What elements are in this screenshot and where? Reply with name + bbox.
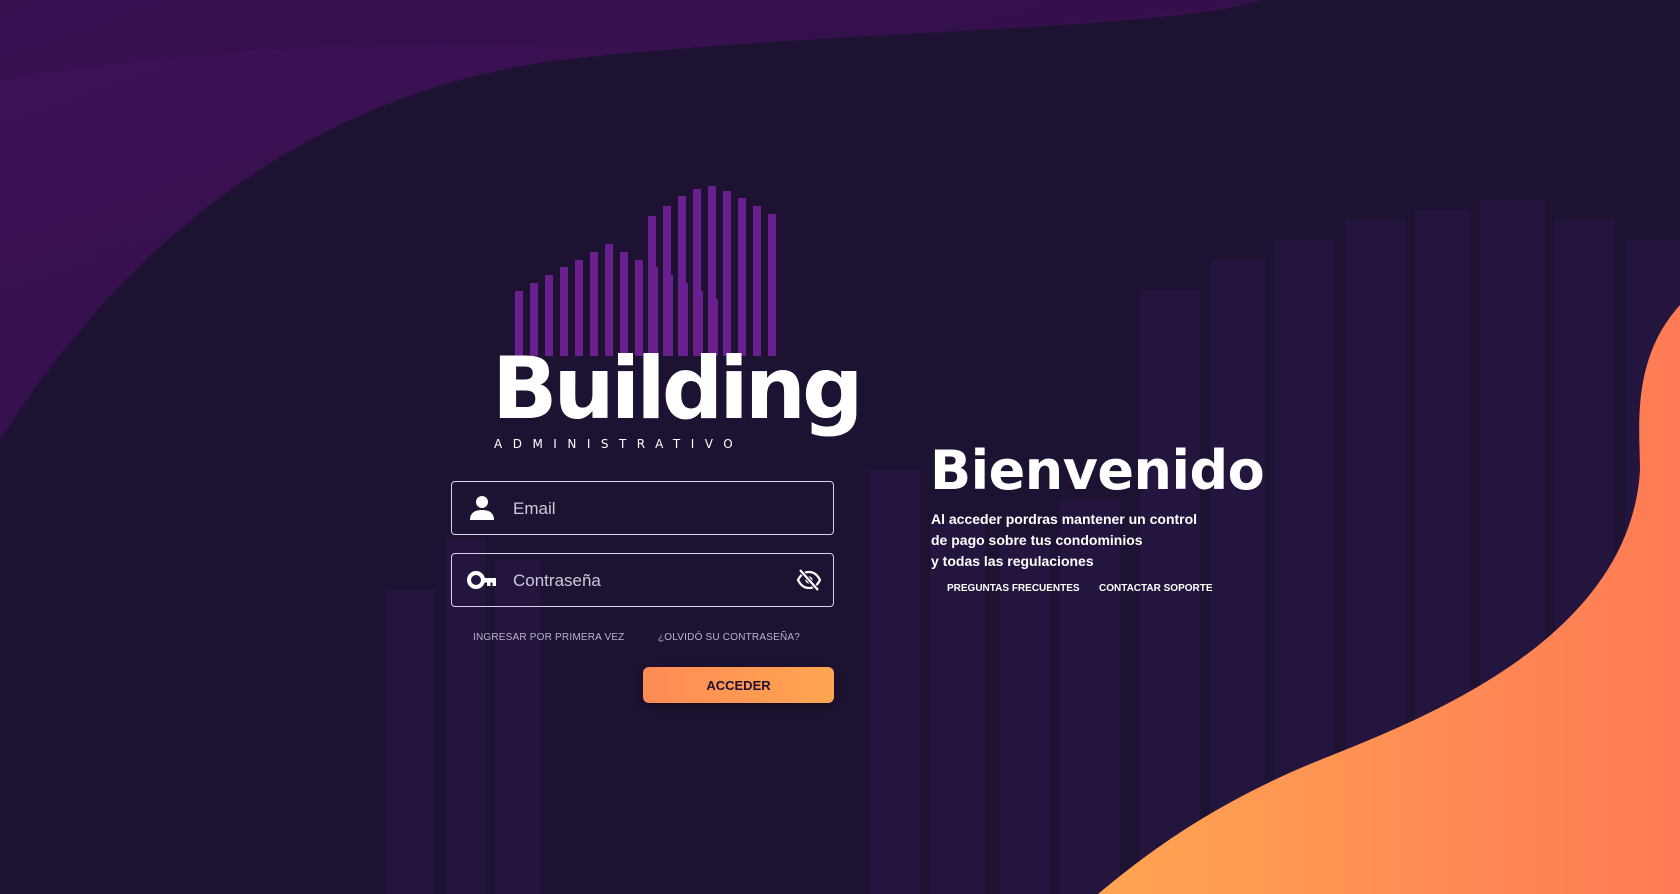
building-logo: Building ADMINISTRATIVO [488, 186, 864, 456]
user-icon [470, 496, 494, 520]
password-field-container[interactable] [451, 553, 834, 608]
background-artwork [0, 0, 1680, 894]
email-input[interactable] [511, 482, 785, 536]
password-input[interactable] [511, 554, 785, 608]
welcome-title: Bienvenido [930, 439, 1265, 502]
login-page: Building ADMINISTRATIVO INGRESAR POR PRI… [0, 0, 1680, 894]
welcome-desc-line: y todas las regulaciones [931, 553, 1094, 569]
eye-off-icon[interactable] [796, 568, 822, 592]
forgot-password-link[interactable]: ¿OLVIDÓ SU CONTRASEÑA? [658, 632, 800, 643]
logo-bars-graphic [515, 186, 776, 356]
faq-link[interactable]: PREGUNTAS FRECUENTES [947, 583, 1080, 594]
logo-subtitle: ADMINISTRATIVO [494, 437, 744, 451]
contact-support-link[interactable]: CONTACTAR SOPORTE [1099, 583, 1213, 594]
welcome-desc-line: Al acceder pordras mantener un control [931, 511, 1198, 527]
login-button[interactable]: ACCEDER [643, 667, 834, 703]
key-icon [467, 571, 496, 589]
welcome-desc-line: de pago sobre tus condominios [931, 532, 1143, 548]
welcome-description: Al acceder pordras mantener un control d… [931, 509, 1231, 572]
email-field-container[interactable] [451, 481, 834, 536]
first-time-login-link[interactable]: INGRESAR POR PRIMERA VEZ [473, 632, 625, 643]
logo-wordmark: Building [492, 339, 864, 439]
